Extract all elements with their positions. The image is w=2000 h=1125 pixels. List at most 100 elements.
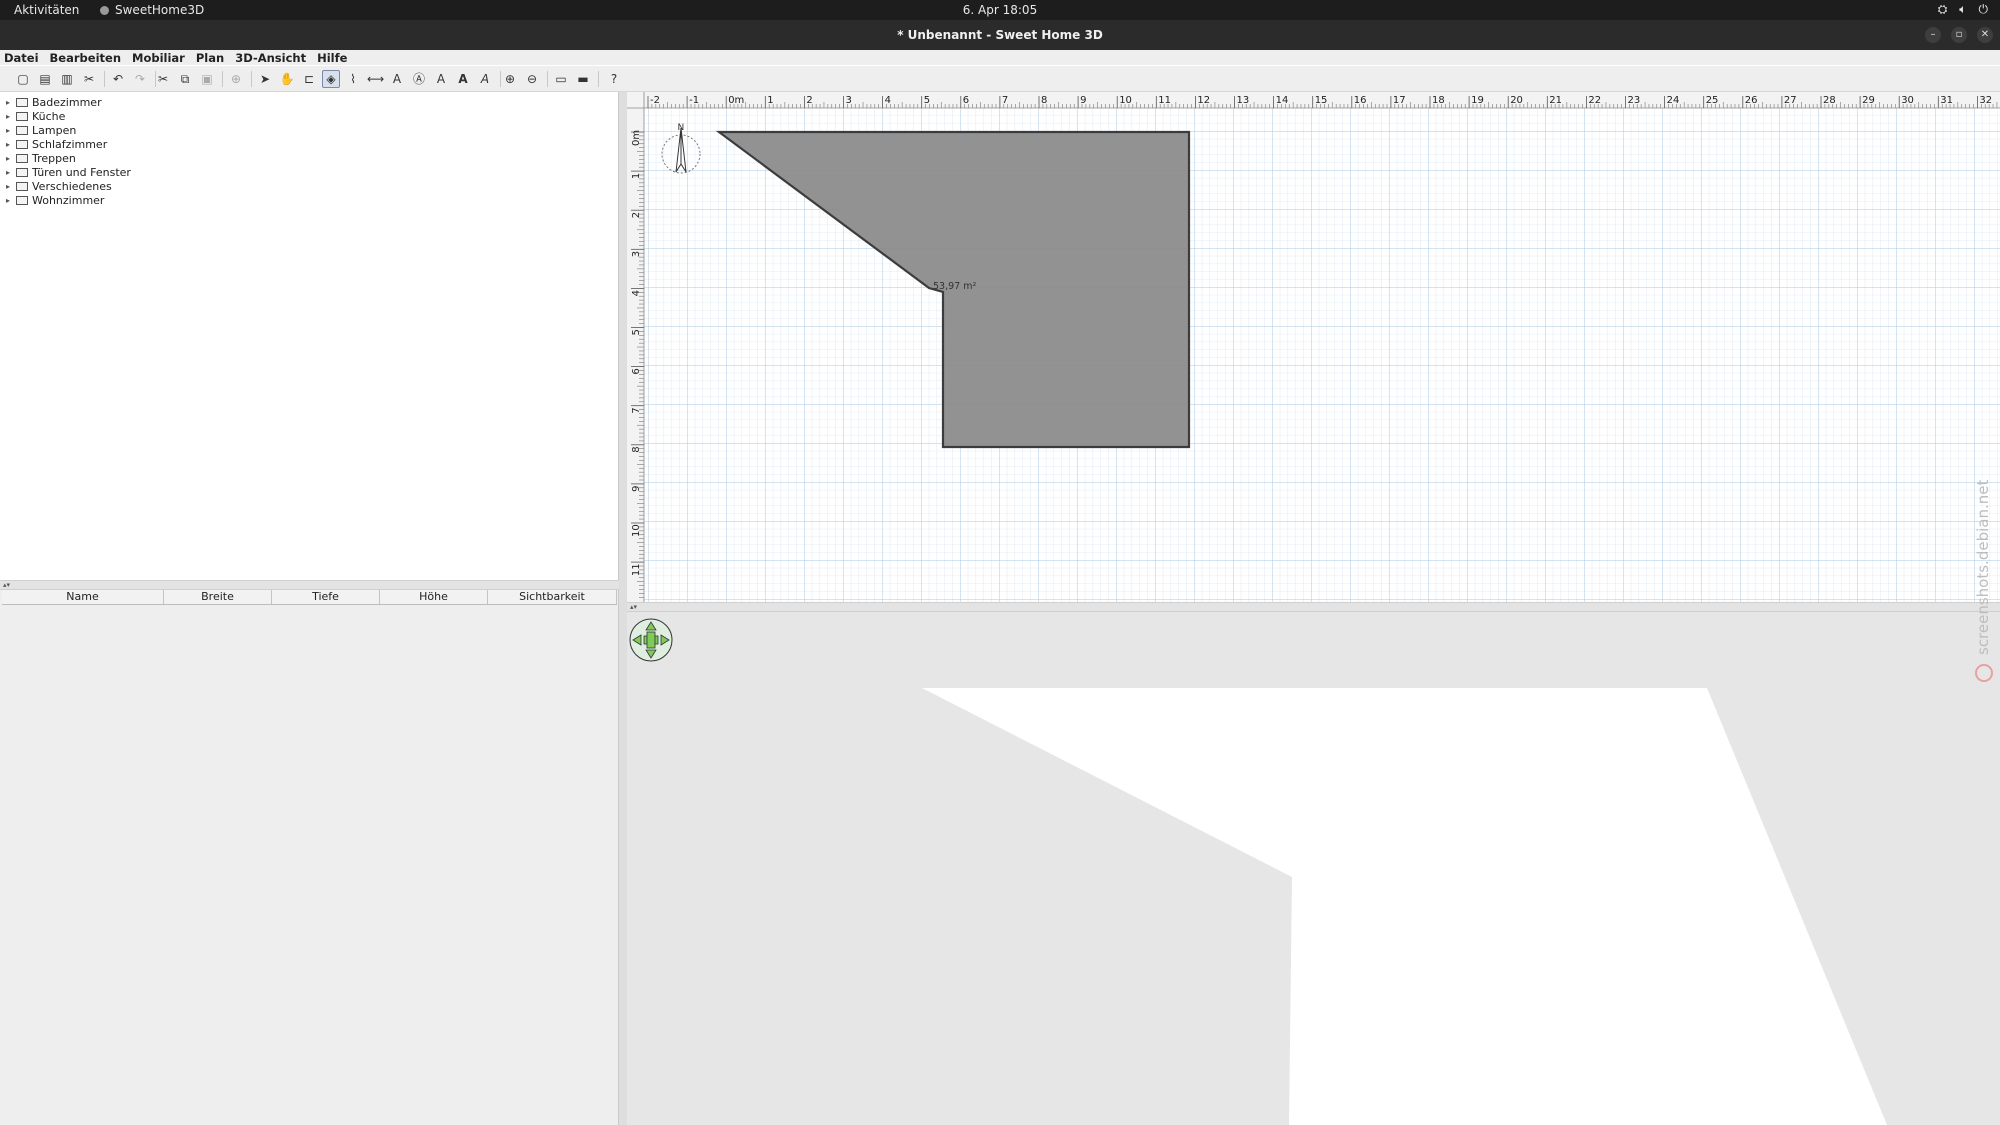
- maximize-button[interactable]: ▫: [1951, 27, 1967, 43]
- menu-datei[interactable]: Datei: [4, 51, 39, 65]
- catalog-category[interactable]: ▸ Küche: [6, 109, 65, 123]
- new-home-icon[interactable]: ▢: [14, 70, 32, 88]
- ruler-label: 13: [1237, 95, 1250, 106]
- left-split-divider[interactable]: ▴▾: [0, 580, 619, 590]
- folder-icon: [16, 153, 28, 163]
- paste-icon[interactable]: ▣: [198, 70, 216, 88]
- catalog-category[interactable]: ▸ Schlafzimmer: [6, 137, 107, 151]
- select-mode-icon[interactable]: ➤: [256, 70, 274, 88]
- menu-3d-ansicht[interactable]: 3D-Ansicht: [235, 51, 306, 65]
- vertical-split-divider[interactable]: [619, 92, 627, 1125]
- room-area-label: 53,97 m²: [933, 281, 976, 292]
- open-icon[interactable]: ▤: [36, 70, 54, 88]
- ruler-label: 31: [1940, 95, 1953, 106]
- catalog-category[interactable]: ▸ Wohnzimmer: [6, 193, 104, 207]
- bold-text-icon[interactable]: A: [454, 70, 472, 88]
- close-button[interactable]: ✕: [1977, 27, 1993, 43]
- undo-icon[interactable]: ↶: [109, 70, 127, 88]
- right-split-divider[interactable]: ▴▾: [627, 602, 2000, 612]
- ruler-label: 2: [806, 95, 812, 106]
- create-labels-icon[interactable]: A: [388, 70, 406, 88]
- increase-text-icon[interactable]: A: [432, 70, 450, 88]
- help-icon[interactable]: ?: [605, 70, 623, 88]
- 3d-view[interactable]: [627, 612, 2000, 1125]
- ruler-label: 4: [885, 95, 891, 106]
- plan-view[interactable]: -2 -1 0m 1 2 3 4 5 6 7 8 9 10 11 12 13 14 15 16 17 18 19 20 21 2…: [627, 92, 2000, 602]
- menu-hilfe[interactable]: Hilfe: [317, 51, 347, 65]
- ruler-label: 19: [1471, 95, 1484, 106]
- menu-bar: Datei Bearbeiten Mobiliar Plan 3D-Ansich…: [0, 50, 2000, 65]
- column-header-hoehe[interactable]: Höhe: [380, 590, 488, 604]
- catalog-category[interactable]: ▸ Verschiedenes: [6, 179, 112, 193]
- menu-bearbeiten[interactable]: Bearbeiten: [50, 51, 121, 65]
- minimize-button[interactable]: –: [1925, 27, 1941, 43]
- ruler-label: 16: [1354, 95, 1367, 106]
- cut-icon[interactable]: ✂: [154, 70, 172, 88]
- column-header-name[interactable]: Name: [2, 590, 164, 604]
- system-top-bar: Aktivitäten SweetHome3D 6. Apr 18:05 ⛭ 🔈…: [0, 0, 2000, 20]
- column-header-tiefe[interactable]: Tiefe: [272, 590, 380, 604]
- expand-icon[interactable]: ▸: [6, 168, 14, 177]
- ruler-label: 17: [1393, 95, 1406, 106]
- redo-icon[interactable]: ↷: [131, 70, 149, 88]
- ruler-label: 1: [767, 95, 773, 106]
- catalog-category[interactable]: ▸ Treppen: [6, 151, 76, 165]
- debian-logo-icon: [1975, 664, 1993, 682]
- create-rooms-icon[interactable]: ◈: [322, 70, 340, 88]
- folder-icon: [16, 181, 28, 191]
- catalog-category[interactable]: ▸ Lampen: [6, 123, 76, 137]
- save-icon[interactable]: ▥: [58, 70, 76, 88]
- ruler-label: 6: [631, 368, 642, 374]
- system-tray[interactable]: ⛭ 🔈︎ ⏻: [1938, 2, 1988, 17]
- plan-canvas[interactable]: -2 -1 0m 1 2 3 4 5 6 7 8 9 10 11 12 13 14 15 16 17 18 19 20 21 2…: [627, 92, 2000, 602]
- network-icon[interactable]: ⛭: [1938, 2, 1948, 17]
- menu-plan[interactable]: Plan: [196, 51, 224, 65]
- add-furniture-icon[interactable]: ⊕: [227, 70, 245, 88]
- create-dimensions-icon[interactable]: ⟷: [366, 70, 384, 88]
- preferences-icon[interactable]: ✂: [80, 70, 98, 88]
- menu-mobiliar[interactable]: Mobiliar: [132, 51, 185, 65]
- text-style-icon[interactable]: Ⓐ: [410, 70, 428, 88]
- volume-icon[interactable]: 🔈︎: [1959, 2, 1966, 17]
- column-header-breite[interactable]: Breite: [164, 590, 272, 604]
- furniture-table-header: Name Breite Tiefe Höhe Sichtbarkeit: [2, 590, 617, 605]
- ruler-label: 22: [1588, 95, 1601, 106]
- ruler-label: 0m: [631, 130, 642, 146]
- expand-icon[interactable]: ▸: [6, 112, 14, 121]
- catalog-category[interactable]: ▸ Türen und Fenster: [6, 165, 131, 179]
- ruler-label: 28: [1823, 95, 1836, 106]
- clock[interactable]: 6. Apr 18:05: [0, 3, 2000, 17]
- pan-mode-icon[interactable]: ✋: [278, 70, 296, 88]
- ruler-label: -1: [689, 95, 699, 106]
- expand-icon[interactable]: ▸: [6, 154, 14, 163]
- ruler-label: 14: [1276, 95, 1289, 106]
- expand-icon[interactable]: ▸: [6, 140, 14, 149]
- italic-text-icon[interactable]: A: [476, 70, 494, 88]
- ruler-label: 21: [1549, 95, 1562, 106]
- navigation-arrows-icon[interactable]: [629, 618, 673, 662]
- create-video-icon[interactable]: ▬: [574, 70, 592, 88]
- expand-icon[interactable]: ▸: [6, 126, 14, 135]
- window-title-bar: * Unbenannt - Sweet Home 3D – ▫ ✕: [0, 20, 2000, 50]
- ruler-label: 5: [924, 95, 930, 106]
- create-polylines-icon[interactable]: ⌇: [344, 70, 362, 88]
- catalog-category[interactable]: ▸ Badezimmer: [6, 95, 102, 109]
- ruler-label: 24: [1667, 95, 1680, 106]
- furniture-table[interactable]: Name Breite Tiefe Höhe Sichtbarkeit: [0, 590, 619, 1125]
- expand-icon[interactable]: ▸: [6, 98, 14, 107]
- create-walls-icon[interactable]: ⊏: [300, 70, 318, 88]
- power-icon[interactable]: ⏻: [1979, 2, 1989, 17]
- furniture-catalog-tree[interactable]: ▸ Badezimmer ▸ Küche ▸ Lampen ▸ Schlafzimmer…: [0, 92, 619, 580]
- ruler-label: 1: [631, 173, 642, 179]
- ruler-label: 11: [1158, 95, 1171, 106]
- ruler-label: 25: [1706, 95, 1719, 106]
- zoom-in-icon[interactable]: ⊕: [501, 70, 519, 88]
- 3d-canvas[interactable]: [627, 612, 2000, 1125]
- create-photo-icon[interactable]: ▭: [552, 70, 570, 88]
- column-header-sichtbarkeit[interactable]: Sichtbarkeit: [488, 590, 617, 604]
- zoom-out-icon[interactable]: ⊖: [523, 70, 541, 88]
- expand-icon[interactable]: ▸: [6, 196, 14, 205]
- ruler-label: 10: [1119, 95, 1132, 106]
- copy-icon[interactable]: ⧉: [176, 70, 194, 88]
- expand-icon[interactable]: ▸: [6, 182, 14, 191]
